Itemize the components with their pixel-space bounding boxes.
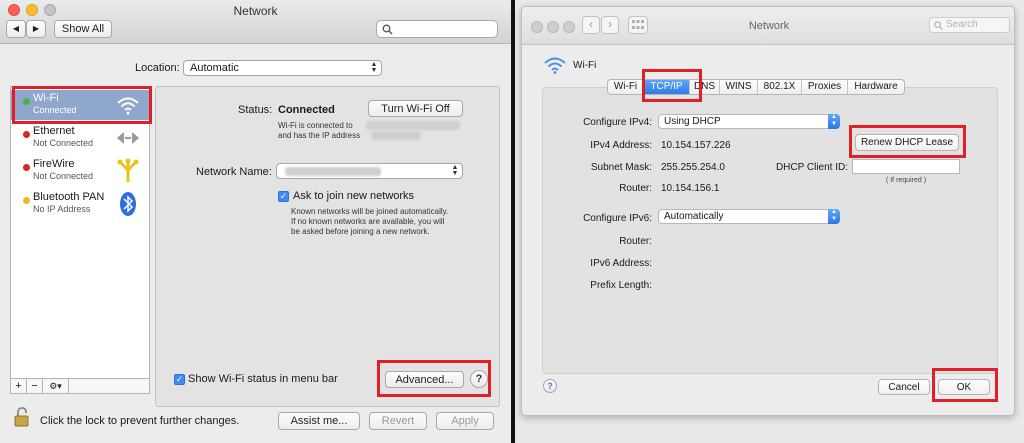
status-dot	[23, 197, 30, 204]
ask-desc-line-2: If no known networks are available, you …	[291, 217, 445, 226]
ask-desc-line-1: Known networks will be joined automatica…	[291, 207, 449, 216]
ethernet-arrows-icon	[117, 132, 139, 144]
lock-text: Click the lock to prevent further change…	[40, 415, 240, 427]
location-label: Location:	[135, 62, 180, 74]
location-value: Automatic	[190, 62, 239, 74]
network-name-popup[interactable]: ▲ ▼	[276, 163, 463, 179]
service-list-footer: + − ⚙▾	[10, 378, 150, 394]
search-icon	[382, 24, 393, 35]
router-value: 10.154.156.1	[661, 183, 720, 194]
lock-icon[interactable]	[14, 407, 30, 427]
cancel-button[interactable]: Cancel	[878, 379, 930, 395]
ask-desc-line-3: be asked before joining a new network.	[291, 227, 430, 236]
prefix-length-label: Prefix Length:	[590, 280, 652, 291]
location-popup[interactable]: Automatic ▲ ▼	[183, 60, 382, 76]
status-description-line-2: and has the IP address	[278, 131, 361, 140]
status-dot	[23, 164, 30, 171]
help-button[interactable]: ?	[543, 379, 557, 393]
configure-ipv6-value: Automatically	[664, 211, 724, 222]
service-name: Bluetooth PAN	[33, 191, 105, 203]
show-all-button[interactable]: Show All	[54, 20, 112, 38]
ipv6-address-label: IPv6 Address:	[590, 258, 652, 269]
show-wifi-status-checkbox[interactable]: ✓	[174, 374, 185, 385]
configure-ipv4-value: Using DHCP	[664, 116, 721, 127]
updown-arrows-icon: ▲ ▼	[451, 164, 459, 177]
ipv4-address-label: IPv4 Address:	[590, 140, 652, 151]
status-label: Status:	[238, 104, 273, 116]
action-gear-button[interactable]: ⚙▾	[43, 379, 69, 393]
updown-arrows-icon: ▲ ▼	[370, 61, 378, 74]
highlight-tcpip-tab	[642, 69, 702, 102]
redacted-ip-address	[371, 131, 421, 140]
network-name-label: Network Name:	[196, 166, 272, 178]
search-placeholder: Search	[946, 19, 978, 30]
tab-proxies[interactable]: Proxies	[802, 80, 848, 94]
service-status: Not Connected	[33, 138, 94, 148]
service-status: Not Connected	[33, 171, 94, 181]
service-firewire[interactable]: FireWire Not Connected	[11, 156, 149, 186]
help-button[interactable]: ?	[470, 370, 488, 388]
highlight-renew-button	[849, 125, 966, 158]
dhcp-client-id-field[interactable]	[852, 159, 960, 174]
wifi-icon	[544, 57, 566, 74]
status-value: Connected	[278, 104, 335, 116]
service-name: Wi-Fi	[573, 60, 597, 71]
service-list: Wi-Fi Connected Ethernet Not Connected F…	[10, 86, 150, 380]
service-bluetooth-pan[interactable]: Bluetooth PAN No IP Address	[11, 189, 149, 219]
tab-wifi[interactable]: Wi-Fi	[608, 80, 644, 94]
firewire-icon	[117, 158, 139, 182]
revert-button[interactable]: Revert	[369, 412, 427, 430]
show-wifi-status-label: Show Wi-Fi status in menu bar	[188, 373, 338, 385]
redacted-network-name-value	[285, 167, 381, 176]
dhcp-client-id-label: DHCP Client ID:	[775, 162, 848, 173]
configure-ipv4-popup[interactable]: Using DHCP ▲ ▼	[658, 114, 840, 129]
ask-to-join-label: Ask to join new networks	[293, 190, 415, 202]
title-bar: Network ◀ ▶ Show All	[0, 0, 511, 44]
if-required-note: ( If required )	[885, 177, 927, 184]
subnet-mask-label: Subnet Mask:	[590, 162, 652, 173]
redacted-network-name	[366, 121, 460, 130]
router6-label: Router:	[619, 236, 652, 247]
configure-ipv6-label: Configure IPv6:	[583, 213, 652, 224]
updown-arrows-icon: ▲ ▼	[828, 209, 840, 224]
assist-me-button[interactable]: Assist me...	[278, 412, 360, 430]
tab-wins[interactable]: WINS	[720, 80, 758, 94]
back-button[interactable]: ◀	[6, 20, 26, 38]
network-advanced-window: ‹ › Network Search Wi-Fi Wi-Fi TCP/IP DN…	[521, 6, 1015, 416]
status-description-line-1: Wi-Fi is connected to	[278, 121, 353, 130]
highlight-ok-button	[932, 368, 998, 402]
add-service-button[interactable]: +	[11, 379, 27, 393]
search-icon	[934, 21, 943, 30]
apply-button[interactable]: Apply	[436, 412, 494, 430]
configure-ipv6-popup[interactable]: Automatically ▲ ▼	[658, 209, 840, 224]
window-title: Network	[233, 4, 278, 18]
service-ethernet[interactable]: Ethernet Not Connected	[11, 123, 149, 153]
service-status: No IP Address	[33, 204, 91, 214]
remove-service-button[interactable]: −	[27, 379, 43, 393]
title-bar: ‹ › Network Search	[522, 7, 1014, 45]
dhcp-client-id-value	[853, 161, 856, 172]
network-preferences-window: Network ◀ ▶ Show All Location: Automatic…	[0, 0, 511, 443]
configure-ipv4-label: Configure IPv4:	[583, 117, 652, 128]
service-name: FireWire	[33, 158, 75, 170]
updown-arrows-icon: ▲ ▼	[828, 114, 840, 129]
search-field[interactable]	[376, 20, 498, 38]
tab-hardware[interactable]: Hardware	[848, 80, 904, 94]
ask-to-join-checkbox[interactable]: ✓	[278, 191, 289, 202]
turn-wifi-off-button[interactable]: Turn Wi-Fi Off	[368, 100, 463, 117]
router-label: Router:	[619, 183, 652, 194]
bluetooth-icon	[120, 192, 136, 216]
forward-button[interactable]: ▶	[26, 20, 46, 38]
status-dot	[23, 131, 30, 138]
tab-8021x[interactable]: 802.1X	[758, 80, 802, 94]
subnet-mask-value: 255.255.254.0	[661, 162, 725, 173]
ipv4-address-value: 10.154.157.226	[661, 140, 731, 151]
search-field[interactable]: Search	[929, 17, 1010, 33]
highlight-wifi-service	[12, 86, 152, 124]
service-name: Ethernet	[33, 125, 75, 137]
